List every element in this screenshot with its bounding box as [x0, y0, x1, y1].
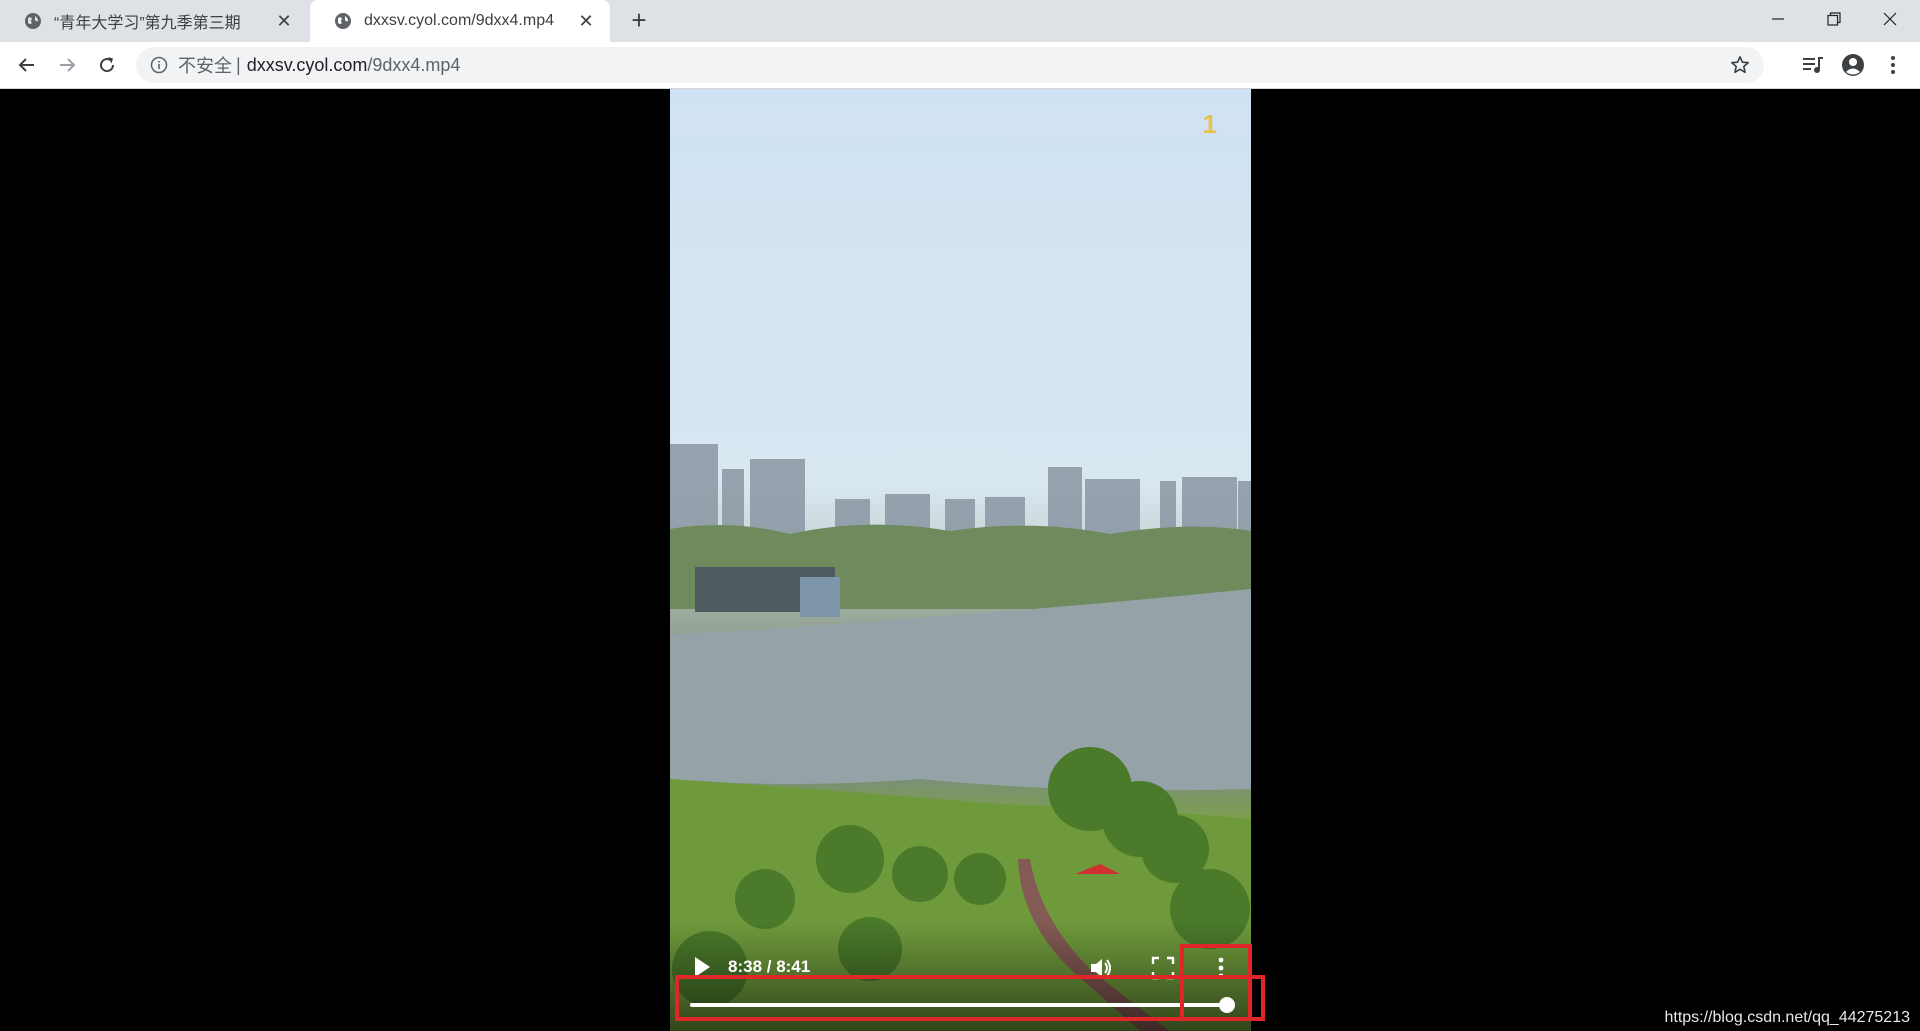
info-icon[interactable]	[150, 56, 168, 74]
close-icon[interactable]: ✕	[274, 11, 294, 32]
tab-title: dxxsv.cyol.com/9dxx4.mp4	[364, 12, 554, 29]
highlight-timeline	[675, 975, 1265, 1021]
watermark: https://blog.csdn.net/qq_44275213	[1664, 1009, 1910, 1026]
minimize-icon[interactable]	[1750, 0, 1806, 38]
forward-icon[interactable]	[52, 50, 82, 80]
back-icon[interactable]	[12, 50, 42, 80]
star-icon[interactable]	[1730, 55, 1750, 75]
video-overlay-number: 1	[1202, 109, 1217, 139]
plus-icon[interactable]: +	[624, 6, 654, 36]
restore-icon[interactable]	[1806, 0, 1862, 38]
url-host: dxxsv.cyol.com	[246, 54, 368, 75]
media-control-icon[interactable]	[1800, 52, 1826, 78]
tab-title: “青年大学习”第九季第三期	[54, 15, 241, 32]
video-player[interactable]: 1 8:38 / 8:41	[670, 89, 1251, 1031]
globe-icon	[25, 13, 41, 29]
time-display: 8:38 / 8:41	[728, 957, 811, 976]
close-icon[interactable]: ✕	[576, 11, 596, 32]
browser-toolbar: 不安全 | dxxsv.cyol.com/9dxx4.mp4	[0, 42, 1920, 89]
globe-icon	[335, 13, 351, 29]
video-frame	[670, 444, 1251, 1031]
close-window-icon[interactable]	[1862, 0, 1918, 38]
address-bar[interactable]: 不安全 | dxxsv.cyol.com/9dxx4.mp4	[136, 47, 1764, 83]
url-path: /9dxx4.mp4	[367, 54, 461, 75]
tab-video[interactable]: dxxsv.cyol.com/9dxx4.mp4 ✕	[310, 0, 610, 42]
kebab-icon[interactable]	[1880, 52, 1906, 78]
tab-qingnian-daxuexi[interactable]: “青年大学习”第九季第三期 ✕	[0, 0, 308, 42]
url-separator: |	[236, 54, 241, 75]
tab-strip: “青年大学习”第九季第三期 ✕ dxxsv.cyol.com/9dxx4.mp4…	[0, 0, 1920, 42]
profile-icon[interactable]	[1840, 52, 1866, 78]
reload-icon[interactable]	[92, 50, 122, 80]
security-label: 不安全	[178, 56, 232, 76]
